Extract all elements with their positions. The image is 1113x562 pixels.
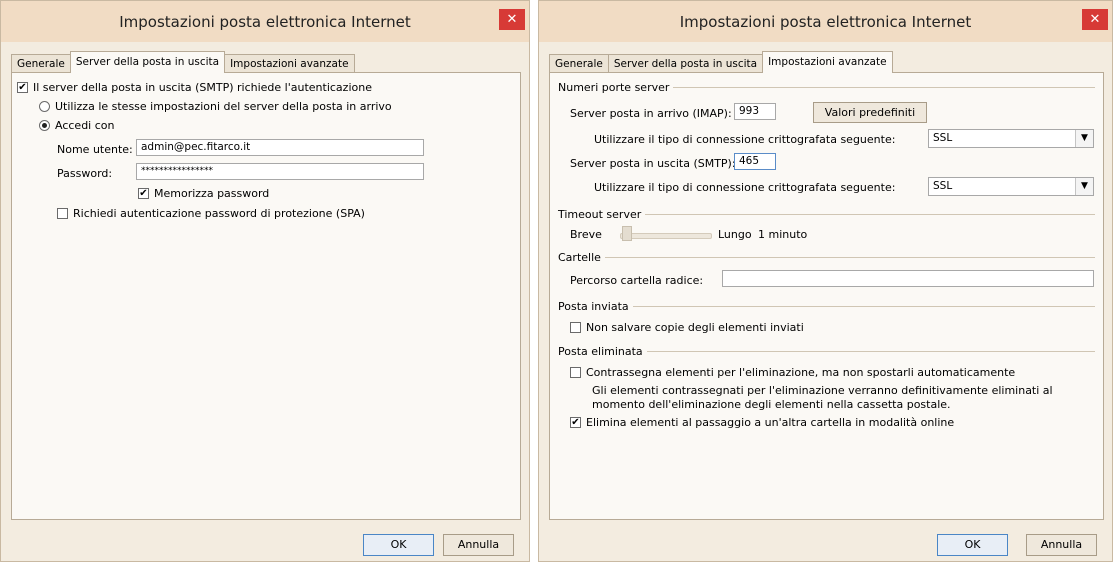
tab-general[interactable]: Generale (549, 54, 609, 73)
tab-advanced[interactable]: Impostazioni avanzate (762, 51, 893, 73)
ok-button[interactable]: OK (937, 534, 1008, 556)
purge-row[interactable]: ✔ Elimina elementi al passaggio a un'alt… (570, 416, 954, 429)
encryption-select-incoming[interactable]: SSL ▼ (928, 129, 1094, 148)
dialog-title: Impostazioni posta elettronica Internet (679, 12, 972, 31)
defaults-button[interactable]: Valori predefiniti (813, 102, 927, 123)
timeout-slider-track[interactable] (620, 233, 712, 239)
smtp-auth-label: Il server della posta in uscita (SMTP) r… (33, 81, 372, 94)
encryption-select-outgoing[interactable]: SSL ▼ (928, 177, 1094, 196)
root-folder-label: Percorso cartella radice: (570, 274, 704, 287)
tab-outgoing-server[interactable]: Server della posta in uscita (607, 54, 764, 73)
login-with-radio[interactable] (39, 120, 50, 131)
no-sent-copies-label: Non salvare copie degli elementi inviati (586, 321, 804, 334)
password-input[interactable]: **************** (136, 163, 424, 180)
encryption-value-outgoing: SSL (933, 180, 953, 192)
cancel-button[interactable]: Annulla (443, 534, 514, 556)
deleted-group-header: Posta eliminata (558, 345, 1095, 358)
mark-delete-note-line-1: Gli elementi contrassegnati per l'elimin… (592, 384, 1053, 397)
tab-strip: Generale Server della posta in uscita Im… (549, 51, 893, 73)
folders-group-header: Cartelle (558, 251, 1095, 264)
outgoing-server-label: Server posta in uscita (SMTP): (570, 157, 736, 170)
chevron-down-icon[interactable]: ▼ (1075, 178, 1093, 195)
timeout-slider-thumb[interactable] (622, 226, 632, 241)
smtp-auth-row[interactable]: ✔ Il server della posta in uscita (SMTP)… (17, 81, 372, 94)
dialog-outgoing-server: Impostazioni posta elettronica Internet … (0, 0, 530, 562)
encryption-label-incoming: Utilizzare il tipo di connessione critto… (594, 133, 896, 146)
login-with-label: Accedi con (55, 119, 115, 132)
timeout-short-label: Breve (570, 228, 602, 241)
outgoing-port-input[interactable]: 465 (734, 153, 776, 170)
same-settings-row[interactable]: Utilizza le stesse impostazioni del serv… (39, 100, 392, 113)
tab-general[interactable]: Generale (11, 54, 71, 73)
encryption-label-outgoing: Utilizzare il tipo di connessione critto… (594, 181, 896, 194)
ok-button[interactable]: OK (363, 534, 434, 556)
username-input[interactable]: admin@pec.fitarco.it (136, 139, 424, 156)
deleted-group-label: Posta eliminata (558, 345, 643, 358)
close-button[interactable]: ✕ (499, 9, 525, 30)
encryption-value-incoming: SSL (933, 132, 953, 144)
timeout-group-header: Timeout server (558, 208, 1095, 221)
same-settings-radio[interactable] (39, 101, 50, 112)
mark-delete-label: Contrassegna elementi per l'eliminazione… (586, 366, 1016, 379)
ports-group-label: Numeri porte server (558, 81, 670, 94)
no-sent-copies-row[interactable]: Non salvare copie degli elementi inviati (570, 321, 804, 334)
sent-group-header: Posta inviata (558, 300, 1095, 313)
group-divider (673, 87, 1095, 88)
spa-checkbox[interactable] (57, 208, 68, 219)
username-label: Nome utente: (57, 143, 133, 156)
close-button[interactable]: ✕ (1082, 9, 1108, 30)
purge-checkbox[interactable]: ✔ (570, 417, 581, 428)
incoming-port-input[interactable]: 993 (734, 103, 776, 120)
same-settings-label: Utilizza le stesse impostazioni del serv… (55, 100, 392, 113)
spa-row[interactable]: Richiedi autenticazione password di prot… (57, 207, 365, 220)
tab-outgoing-server[interactable]: Server della posta in uscita (69, 51, 226, 73)
incoming-server-label: Server posta in arrivo (IMAP): (570, 107, 732, 120)
login-with-row[interactable]: Accedi con (39, 119, 114, 132)
dialog-title: Impostazioni posta elettronica Internet (119, 12, 411, 31)
remember-password-label: Memorizza password (154, 187, 270, 200)
remember-password-row[interactable]: ✔ Memorizza password (138, 187, 269, 200)
title-bar: Impostazioni posta elettronica Internet … (539, 1, 1112, 42)
mark-delete-checkbox[interactable] (570, 367, 581, 378)
title-bar: Impostazioni posta elettronica Internet … (1, 1, 529, 42)
group-divider (646, 351, 1095, 352)
no-sent-copies-checkbox[interactable] (570, 322, 581, 333)
tab-panel: Numeri porte server Server posta in arri… (549, 72, 1104, 520)
timeout-value: 1 minuto (758, 228, 808, 241)
cancel-button[interactable]: Annulla (1026, 534, 1097, 556)
sent-group-label: Posta inviata (558, 300, 629, 313)
remember-password-checkbox[interactable]: ✔ (138, 188, 149, 199)
folders-group-label: Cartelle (558, 251, 601, 264)
spa-label: Richiedi autenticazione password di prot… (73, 207, 365, 220)
ports-group-header: Numeri porte server (558, 81, 1095, 94)
mark-delete-note-line-2: momento dell'eliminazione degli elementi… (592, 398, 951, 411)
tab-strip: Generale Server della posta in uscita Im… (11, 51, 355, 73)
group-divider (632, 306, 1095, 307)
password-label: Password: (57, 167, 113, 180)
purge-label: Elimina elementi al passaggio a un'altra… (586, 416, 955, 429)
tab-advanced[interactable]: Impostazioni avanzate (224, 54, 355, 73)
root-folder-input[interactable] (722, 270, 1094, 287)
timeout-long-label: Lungo (718, 228, 752, 241)
tab-panel: ✔ Il server della posta in uscita (SMTP)… (11, 72, 521, 520)
mark-delete-row[interactable]: Contrassegna elementi per l'eliminazione… (570, 366, 1015, 379)
timeout-group-label: Timeout server (558, 208, 642, 221)
dialog-advanced-settings: Impostazioni posta elettronica Internet … (538, 0, 1113, 562)
chevron-down-icon[interactable]: ▼ (1075, 130, 1093, 147)
group-divider (604, 257, 1095, 258)
group-divider (645, 214, 1095, 215)
smtp-auth-checkbox[interactable]: ✔ (17, 82, 28, 93)
